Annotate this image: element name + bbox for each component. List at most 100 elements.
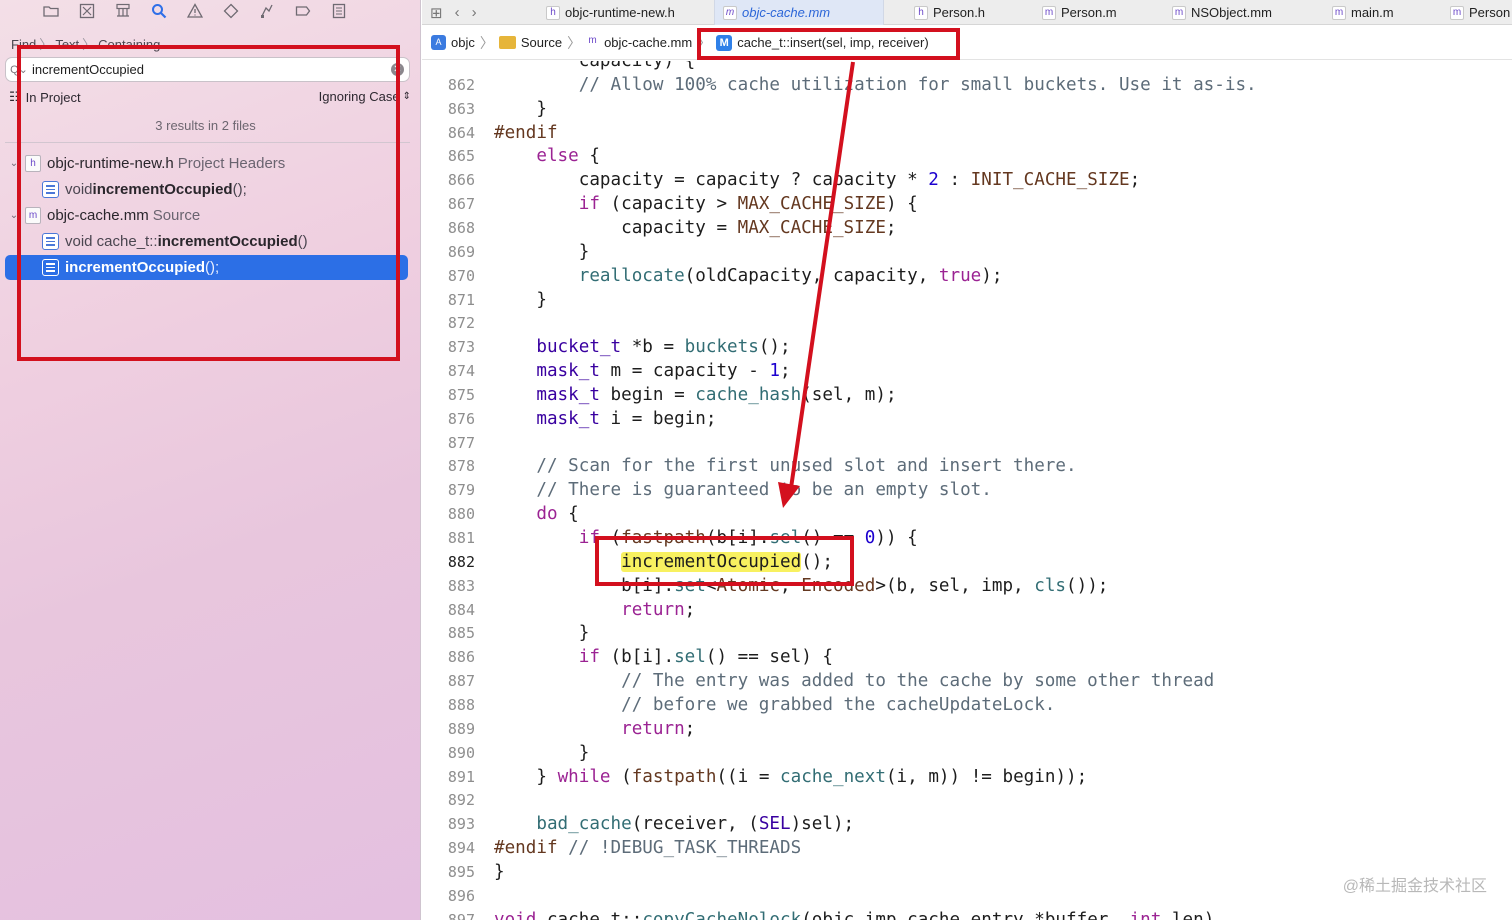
code-line[interactable]: 891 } while (fastpath((i = cache_next(i,…	[422, 765, 1512, 789]
line-number: 891	[447, 767, 475, 786]
code-line[interactable]: 889 return;	[422, 717, 1512, 741]
test-icon[interactable]	[220, 1, 242, 21]
result-match-row-selected[interactable]: incrementOccupied ();	[5, 255, 408, 280]
code-line[interactable]: 883 b[i].set<Atomic, Encoded>(b, sel, im…	[422, 574, 1512, 598]
code-line[interactable]: 877	[422, 431, 1512, 455]
tab-person-overflow[interactable]: m Person	[1442, 0, 1512, 25]
code-line[interactable]: 879 // There is guaranteed to be an empt…	[422, 478, 1512, 502]
result-match-row[interactable]: void cache_t:: incrementOccupied()	[5, 229, 408, 254]
code-line[interactable]: 871 }	[422, 288, 1512, 312]
code-text: bucket_t *b = buckets();	[494, 335, 790, 359]
code-line[interactable]: 886 if (b[i].sel() == sel) {	[422, 645, 1512, 669]
code-token: capacity) {	[494, 61, 696, 71]
find-mode-breadcrumb[interactable]: Find 〉 Text 〉 Containing	[11, 34, 160, 53]
code-line[interactable]: 893 bad_cache(receiver, (SEL)sel);	[422, 812, 1512, 836]
tab-objc-runtime-new[interactable]: h objc-runtime-new.h	[538, 0, 714, 25]
chevron-down-icon[interactable]: ⌄	[7, 210, 21, 221]
jump-bar-method[interactable]: M cache_t::insert(sel, imp, receiver)	[716, 34, 929, 51]
warning-icon[interactable]	[184, 1, 206, 21]
code-text: }	[494, 860, 505, 884]
code-text: #endif // !DEBUG_TASK_THREADS	[494, 836, 801, 860]
tab-person-h[interactable]: h Person.h	[906, 0, 1034, 25]
find-mode-kind[interactable]: Text	[55, 37, 79, 52]
code-token: begin =	[599, 384, 696, 405]
code-line[interactable]: 897 void cache_t::copyCacheNolock(objc_im…	[422, 908, 1512, 920]
code-line[interactable]: 894 #endif // !DEBUG_TASK_THREADS	[422, 836, 1512, 860]
code-line[interactable]: 876 mask_t i = begin;	[422, 407, 1512, 431]
search-icon[interactable]	[148, 1, 170, 21]
code-line[interactable]: 875 mask_t begin = cache_hash(sel, m);	[422, 383, 1512, 407]
code-line[interactable]: 868 capacity = MAX_CACHE_SIZE;	[422, 216, 1512, 240]
result-file-row[interactable]: ⌄ h objc-runtime-new.h Project Headers	[5, 151, 408, 176]
header-file-icon: h	[546, 5, 560, 20]
line-number: 890	[447, 743, 475, 762]
chevron-down-icon[interactable]: ⌄	[7, 158, 21, 169]
scope-selector[interactable]: ☷ In Project	[9, 89, 81, 105]
breakpoint-icon[interactable]	[292, 1, 314, 21]
code-line[interactable]: 870 reallocate(oldCapacity, capacity, tr…	[422, 264, 1512, 288]
forward-arrow-icon[interactable]: ›	[472, 4, 477, 21]
code-text: if (capacity > MAX_CACHE_SIZE) {	[494, 192, 918, 216]
search-options-icon[interactable]: Q⌄	[6, 63, 32, 76]
line-number: 865	[447, 147, 475, 166]
code-line[interactable]: 882 incrementOccupied();	[422, 550, 1512, 574]
code-line[interactable]: 888 // before we grabbed the cacheUpdate…	[422, 693, 1512, 717]
find-mode-action[interactable]: Find	[11, 37, 36, 52]
code-token: do	[494, 504, 558, 525]
code-token: 1	[769, 361, 781, 382]
back-arrow-icon[interactable]: ‹	[455, 4, 460, 21]
report-icon[interactable]	[328, 1, 350, 21]
code-line[interactable]: 881 if (fastpath(b[i].sel() == 0)) {	[422, 526, 1512, 550]
code-line[interactable]: 873 bucket_t *b = buckets();	[422, 335, 1512, 359]
code-line[interactable]: 867 if (capacity > MAX_CACHE_SIZE) {	[422, 192, 1512, 216]
code-token: }	[494, 98, 547, 119]
grid-icon[interactable]: ⊞	[430, 4, 443, 22]
code-text: return;	[494, 717, 695, 741]
result-match-row[interactable]: void incrementOccupied ();	[5, 177, 408, 202]
tab-label: Person.h	[933, 5, 986, 20]
debug-icon[interactable]	[256, 1, 278, 21]
code-line[interactable]: 892	[422, 788, 1512, 812]
code-line[interactable]: 865 else {	[422, 144, 1512, 168]
code-line[interactable]: 864 #endif	[422, 121, 1512, 145]
code-token: Atomic	[716, 575, 781, 596]
jump-bar-folder[interactable]: Source	[498, 35, 562, 50]
hierarchy-icon[interactable]	[112, 1, 134, 21]
line-number: 881	[447, 529, 475, 547]
find-search-field[interactable]: Q⌄ ✕	[5, 57, 410, 82]
code-line[interactable]: 885 }	[422, 621, 1512, 645]
jump-bar-project[interactable]: A objc	[431, 35, 475, 50]
code-line[interactable]: 884 return;	[422, 598, 1512, 622]
code-line[interactable]: 863 }	[422, 97, 1512, 121]
result-file-row[interactable]: ⌄ m objc-cache.mm Source	[5, 203, 408, 228]
case-mode-selector[interactable]: Ignoring Case ⇕	[319, 89, 411, 104]
code-line[interactable]: 890 }	[422, 741, 1512, 765]
jump-bar-file[interactable]: m objc-cache.mm	[586, 35, 692, 50]
code-line[interactable]: 866 capacity = capacity ? capacity * 2 :…	[422, 168, 1512, 192]
code-line[interactable]: 887 // The entry was added to the cache …	[422, 669, 1512, 693]
clear-search-icon[interactable]: ✕	[391, 63, 404, 76]
folder-icon[interactable]	[40, 1, 62, 21]
code-line[interactable]: 869 }	[422, 240, 1512, 264]
line-number: 867	[447, 195, 475, 214]
code-line[interactable]: capacity) {	[422, 61, 1512, 73]
code-line[interactable]: 880 do {	[422, 502, 1512, 526]
code-line[interactable]: 878 // Scan for the first unused slot an…	[422, 454, 1512, 478]
tab-person-m[interactable]: m Person.m	[1034, 0, 1164, 25]
code-token: mask_t	[494, 408, 600, 429]
search-input[interactable]	[32, 62, 391, 77]
line-number: 896	[447, 886, 475, 905]
code-line[interactable]: 862 // Allow 100% cache utilization for …	[422, 73, 1512, 97]
source-control-icon[interactable]	[76, 1, 98, 21]
tab-main[interactable]: m main.m	[1324, 0, 1442, 25]
code-area[interactable]: capacity) { 862 // Allow 100% cache utili…	[422, 61, 1512, 920]
code-token: )) {	[875, 528, 918, 548]
tab-nsobject[interactable]: m NSObject.mm	[1164, 0, 1324, 25]
code-token: *b =	[621, 337, 685, 358]
find-mode-match[interactable]: Containing	[98, 37, 160, 52]
code-line[interactable]: 874 mask_t m = capacity - 1;	[422, 359, 1512, 383]
code-line[interactable]: 872	[422, 311, 1512, 335]
line-number: 888	[447, 695, 475, 714]
tab-objc-cache[interactable]: m objc-cache.mm	[714, 0, 884, 25]
